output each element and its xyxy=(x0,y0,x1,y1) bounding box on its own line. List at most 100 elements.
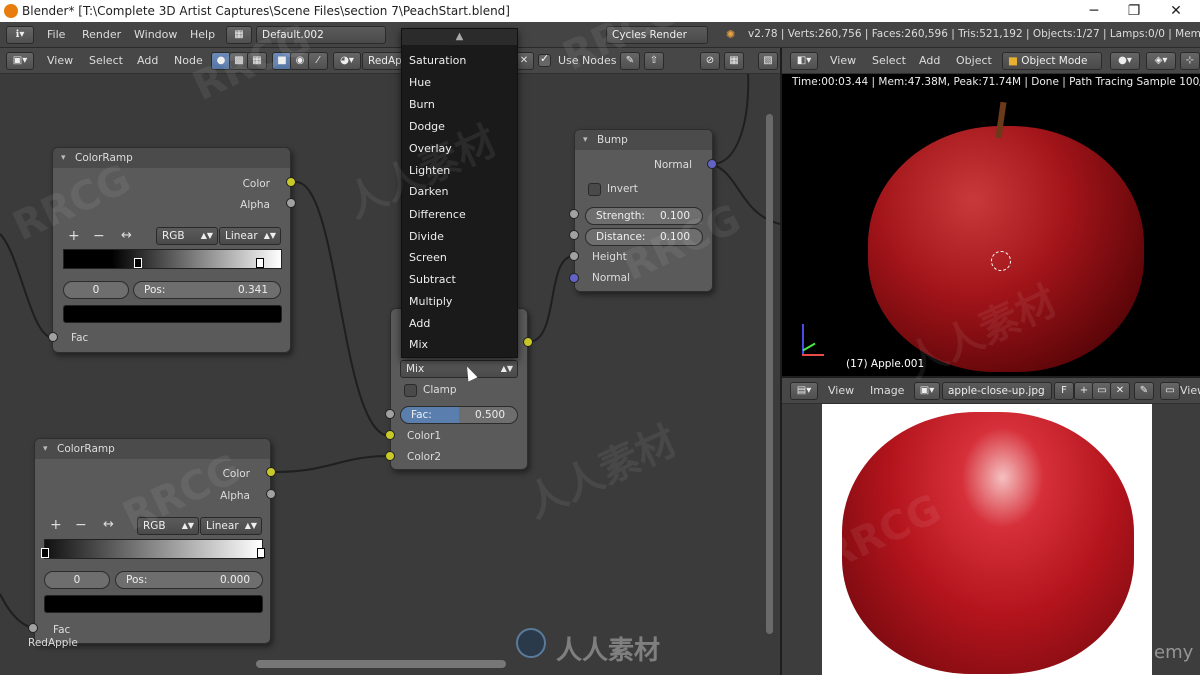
object-mode-select[interactable]: ■ Object Mode xyxy=(1002,52,1102,70)
dropdown-item[interactable]: Add xyxy=(409,317,430,330)
colorramp-1-fac-socket[interactable] xyxy=(48,332,58,342)
viewport-menu-select[interactable]: Select xyxy=(872,54,906,67)
color-stop-handle[interactable] xyxy=(257,548,265,558)
object-shader-icon[interactable]: ■ xyxy=(272,52,292,70)
colorramp-1-color-swatch[interactable] xyxy=(63,305,282,323)
dropdown-item[interactable]: Lighten xyxy=(409,164,450,177)
dropdown-item[interactable]: Hue xyxy=(409,76,431,89)
colorramp-2-interp-select[interactable]: Linear ▲▼ xyxy=(200,517,262,535)
viewport-menu-view[interactable]: View xyxy=(830,54,856,67)
add-stop-icon[interactable]: + xyxy=(50,517,62,533)
editor-type-icon[interactable]: ℹ▾ xyxy=(6,26,34,44)
dropdown-item[interactable]: Saturation xyxy=(409,54,466,67)
mix-color-output-socket[interactable] xyxy=(523,337,533,347)
viewport-editor-type-icon[interactable]: ◧▾ xyxy=(790,52,818,70)
flip-ramp-icon[interactable]: ↔ xyxy=(103,517,114,532)
image-menu-image[interactable]: Image xyxy=(870,384,904,397)
parent-node-icon[interactable]: ⇧ xyxy=(644,52,664,70)
colorramp-1-interp-select[interactable]: Linear ▲▼ xyxy=(219,227,281,245)
dropdown-item[interactable]: Mix xyxy=(409,338,428,351)
material-name-field[interactable]: RedApp xyxy=(362,52,406,70)
fake-user-button[interactable]: F xyxy=(1054,382,1074,400)
bump-strength-socket[interactable] xyxy=(569,209,579,219)
dropdown-item[interactable]: Divide xyxy=(409,230,444,243)
color-stop-handle[interactable] xyxy=(41,548,49,558)
viewport-shading-icon[interactable]: ●▾ xyxy=(1110,52,1140,70)
snap-mode-icon[interactable]: ▦ xyxy=(724,52,744,70)
colorramp-2-fac-socket[interactable] xyxy=(28,623,38,633)
remove-stop-icon[interactable]: − xyxy=(93,228,105,244)
image-name-field[interactable]: apple-close-up.jpg xyxy=(942,382,1052,400)
invert-checkbox[interactable] xyxy=(588,183,601,196)
menu-select[interactable]: Select xyxy=(89,54,123,67)
colorramp-2-color-swatch[interactable] xyxy=(44,595,263,613)
clamp-checkbox[interactable] xyxy=(404,384,417,397)
line-style-icon[interactable]: ⁄ xyxy=(308,52,328,70)
colorramp-1-alpha-socket[interactable] xyxy=(286,198,296,208)
viewport-3d[interactable]: Time:00:03.44 | Mem:47.38M, Peak:71.74M … xyxy=(782,74,1200,376)
menu-render[interactable]: Render xyxy=(82,28,121,41)
dropdown-item[interactable]: Screen xyxy=(409,251,447,264)
image-editor-type-icon[interactable]: ▤▾ xyxy=(790,382,818,400)
world-shader-icon[interactable]: ◉ xyxy=(290,52,310,70)
add-stop-icon[interactable]: + xyxy=(68,228,80,244)
mix-color1-socket[interactable] xyxy=(385,430,395,440)
colorramp-2-color-socket[interactable] xyxy=(266,467,276,477)
bump-strength-field[interactable]: Strength: 0.100 xyxy=(585,207,703,225)
screen-layout-field[interactable]: Default.002 xyxy=(256,26,386,44)
pin-icon[interactable]: ✎ xyxy=(620,52,640,70)
bump-distance-field[interactable]: Distance: 0.100 xyxy=(585,228,703,246)
dropdown-item[interactable]: Difference xyxy=(409,208,466,221)
menu-file[interactable]: File xyxy=(47,28,65,41)
pin-image-icon[interactable]: ✎ xyxy=(1134,382,1154,400)
vertical-scrollbar[interactable] xyxy=(766,114,773,634)
colorramp-2-alpha-socket[interactable] xyxy=(266,489,276,499)
mix-color2-socket[interactable] xyxy=(385,451,395,461)
compositing-nodes-icon[interactable]: ▦ xyxy=(247,52,267,70)
viewport-menu-object[interactable]: Object xyxy=(956,54,992,67)
blend-mode-dropdown[interactable]: ▲ Saturation Hue Burn Dodge Overlay Ligh… xyxy=(401,28,518,358)
material-browse-icon[interactable]: ◕▾ xyxy=(333,52,361,70)
3d-cursor-icon[interactable] xyxy=(991,251,1011,271)
texture-nodes-icon[interactable]: ▩ xyxy=(229,52,249,70)
menu-add[interactable]: Add xyxy=(137,54,158,67)
colorramp-2-title[interactable]: ColorRamp xyxy=(35,439,270,459)
menu-help[interactable]: Help xyxy=(190,28,215,41)
bump-node[interactable]: Bump Normal Invert Strength:0.100 Distan… xyxy=(574,129,713,292)
close-button[interactable]: ✕ xyxy=(1156,1,1196,21)
color-stop-handle[interactable] xyxy=(134,258,142,268)
minimize-button[interactable]: ─ xyxy=(1074,1,1114,21)
bump-normal-input-socket[interactable] xyxy=(569,273,579,283)
image-browse-icon[interactable]: ▣▾ xyxy=(914,382,940,400)
view-mode-icon[interactable]: ▭ xyxy=(1160,382,1180,400)
colorramp-1-title[interactable]: ColorRamp xyxy=(53,148,290,168)
node-editor-canvas[interactable]: ColorRamp Color Alpha + − ↔ RGB▲▼ Linear… xyxy=(0,74,780,675)
color-stop-handle[interactable] xyxy=(256,258,264,268)
colorramp-1-color-socket[interactable] xyxy=(286,177,296,187)
bump-height-socket[interactable] xyxy=(569,251,579,261)
mix-fac-socket[interactable] xyxy=(385,409,395,419)
node-editor-type-icon[interactable]: ▣▾ xyxy=(6,52,34,70)
bump-distance-socket[interactable] xyxy=(569,230,579,240)
open-image-icon[interactable]: ▭ xyxy=(1092,382,1112,400)
colorramp-2-pos-field[interactable]: Pos: 0.000 xyxy=(115,571,263,589)
colorramp-1-pos-field[interactable]: Pos: 0.341 xyxy=(133,281,281,299)
pivot-point-icon[interactable]: ◈▾ xyxy=(1146,52,1176,70)
image-menu-view[interactable]: View xyxy=(828,384,854,397)
shader-nodes-icon[interactable]: ● xyxy=(211,52,231,70)
dropdown-item[interactable]: Overlay xyxy=(409,142,452,155)
colorramp-2-mode-select[interactable]: RGB ▲▼ xyxy=(137,517,199,535)
flip-ramp-icon[interactable]: ↔ xyxy=(121,228,132,243)
dropdown-item[interactable]: Darken xyxy=(409,185,448,198)
dropdown-item[interactable]: Subtract xyxy=(409,273,456,286)
colorramp-node-1[interactable]: ColorRamp Color Alpha + − ↔ RGB▲▼ Linear… xyxy=(52,147,291,353)
colorramp-1-mode-select[interactable]: RGB ▲▼ xyxy=(156,227,218,245)
mix-fac-field[interactable]: Fac: 0.500 xyxy=(400,406,518,424)
backdrop-icon[interactable]: ▧ xyxy=(758,52,778,70)
dropdown-item[interactable]: Dodge xyxy=(409,120,445,133)
dropdown-item[interactable]: Burn xyxy=(409,98,435,111)
colorramp-2-gradient[interactable] xyxy=(41,539,265,559)
dropdown-item[interactable]: Multiply xyxy=(409,295,452,308)
maximize-button[interactable]: ❐ xyxy=(1114,1,1154,21)
remove-stop-icon[interactable]: − xyxy=(75,517,87,533)
